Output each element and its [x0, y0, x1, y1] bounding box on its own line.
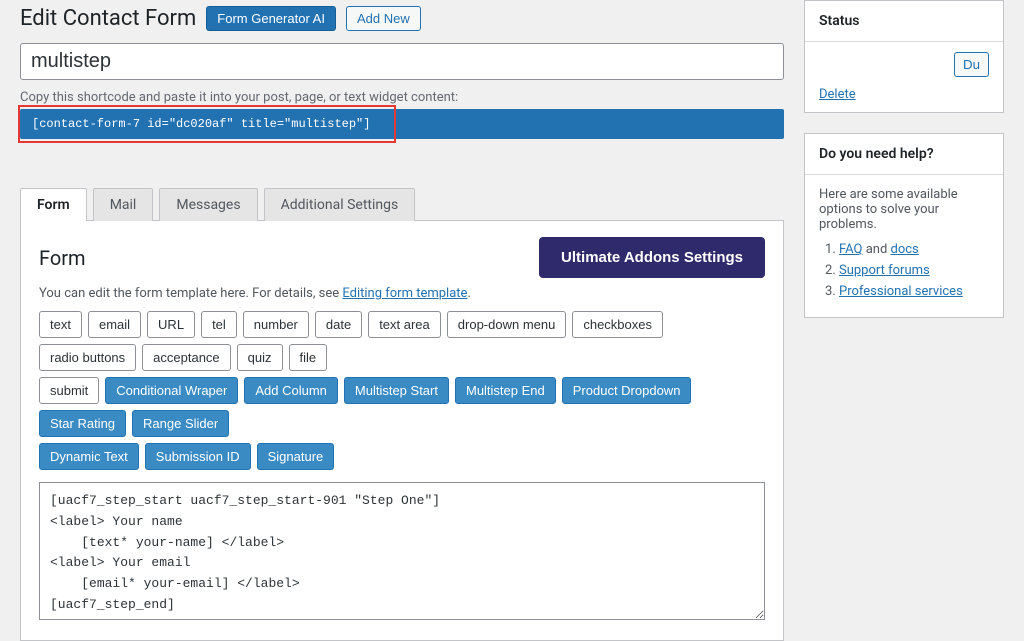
tag-number[interactable]: number	[243, 311, 309, 338]
tag-file[interactable]: file	[289, 344, 328, 371]
tab-messages[interactable]: Messages	[159, 188, 257, 221]
panel-description: You can edit the form template here. For…	[39, 286, 765, 301]
form-generator-ai-button[interactable]: Form Generator AI	[206, 6, 336, 31]
tag-conditional-wraper[interactable]: Conditional Wraper	[105, 377, 238, 404]
tag-product-dropdown[interactable]: Product Dropdown	[562, 377, 692, 404]
duplicate-button[interactable]: Du	[954, 52, 989, 77]
form-tabs: FormMailMessagesAdditional Settings	[20, 187, 784, 221]
tag-submit[interactable]: submit	[39, 377, 99, 404]
status-box: Status Du Delete	[804, 0, 1004, 113]
help-item-faq-docs: FAQ and docs	[839, 242, 989, 257]
form-template-textarea[interactable]	[39, 482, 765, 620]
help-item-professional: Professional services	[839, 284, 989, 299]
tag-multistep-end[interactable]: Multistep End	[455, 377, 556, 404]
docs-link[interactable]: docs	[891, 242, 919, 257]
tab-additional-settings[interactable]: Additional Settings	[264, 188, 416, 221]
status-heading: Status	[805, 1, 1003, 42]
tag-quiz[interactable]: quiz	[237, 344, 283, 371]
add-new-button[interactable]: Add New	[346, 6, 421, 31]
tag-submission-id[interactable]: Submission ID	[145, 443, 251, 470]
tag-text-area[interactable]: text area	[368, 311, 441, 338]
tag-text[interactable]: text	[39, 311, 82, 338]
faq-link[interactable]: FAQ	[839, 242, 862, 257]
tab-mail[interactable]: Mail	[93, 188, 154, 221]
tag-acceptance[interactable]: acceptance	[142, 344, 231, 371]
tag-row-addons-1: submitConditional WraperAdd ColumnMultis…	[39, 377, 765, 437]
panel-title: Form	[39, 246, 86, 270]
tab-form[interactable]: Form	[20, 188, 87, 221]
tag-multistep-start[interactable]: Multistep Start	[344, 377, 449, 404]
tag-drop-down-menu[interactable]: drop-down menu	[447, 311, 567, 338]
panel-desc-prefix: You can edit the form template here. For…	[39, 286, 342, 301]
tag-radio-buttons[interactable]: radio buttons	[39, 344, 136, 371]
shortcode-hint: Copy this shortcode and paste it into yo…	[20, 90, 784, 105]
form-title-input[interactable]	[20, 43, 784, 80]
tag-star-rating[interactable]: Star Rating	[39, 410, 126, 437]
shortcode-display[interactable]: [contact-form-7 id="dc020af" title="mult…	[20, 109, 784, 139]
tag-date[interactable]: date	[315, 311, 362, 338]
delete-link[interactable]: Delete	[805, 77, 870, 112]
tag-email[interactable]: email	[88, 311, 141, 338]
tag-range-slider[interactable]: Range Slider	[132, 410, 229, 437]
tag-dynamic-text[interactable]: Dynamic Text	[39, 443, 139, 470]
editing-form-template-link[interactable]: Editing form template	[342, 286, 467, 301]
form-panel: Form Ultimate Addons Settings You can ed…	[20, 221, 784, 641]
help-item-support: Support forums	[839, 263, 989, 278]
help-and-text: and	[862, 242, 890, 257]
tag-checkboxes[interactable]: checkboxes	[572, 311, 663, 338]
tag-tel[interactable]: tel	[201, 311, 237, 338]
help-box: Do you need help? Here are some availabl…	[804, 133, 1004, 318]
panel-desc-suffix: .	[467, 286, 470, 301]
support-forums-link[interactable]: Support forums	[839, 263, 930, 278]
professional-services-link[interactable]: Professional services	[839, 284, 963, 299]
tag-add-column[interactable]: Add Column	[244, 377, 338, 404]
ultimate-addons-settings-button[interactable]: Ultimate Addons Settings	[539, 237, 765, 278]
help-heading: Do you need help?	[805, 134, 1003, 175]
page-title: Edit Contact Form	[20, 6, 196, 31]
tag-signature[interactable]: Signature	[257, 443, 335, 470]
tag-row-basic: textemailURLtelnumberdatetext areadrop-d…	[39, 311, 765, 371]
tag-URL[interactable]: URL	[147, 311, 195, 338]
tag-row-addons-2: Dynamic TextSubmission IDSignature	[39, 443, 765, 470]
help-intro: Here are some available options to solve…	[819, 187, 989, 232]
